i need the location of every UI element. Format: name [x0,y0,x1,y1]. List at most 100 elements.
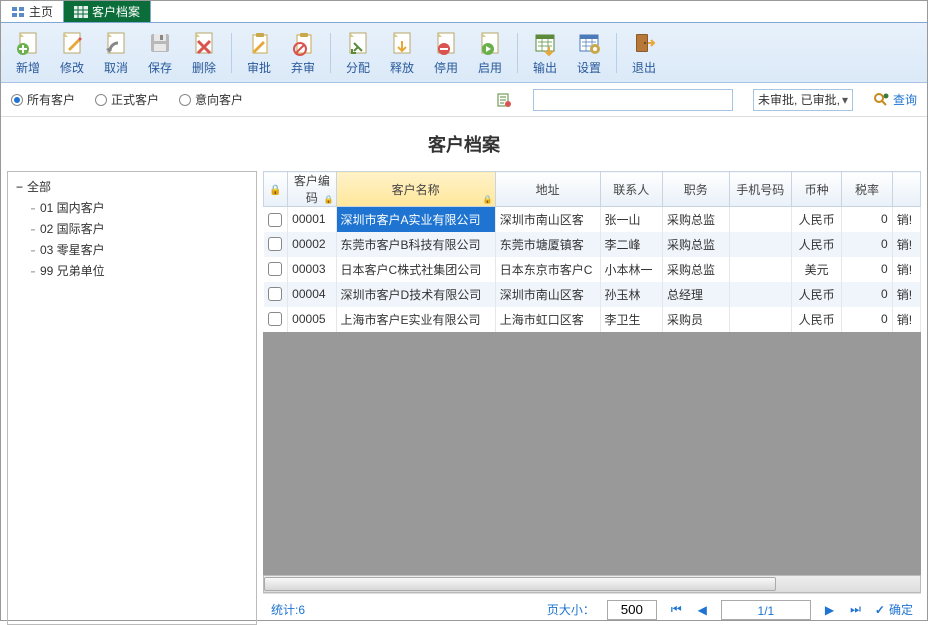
cell-tax: 0 [842,232,892,257]
cancel-button[interactable]: 取消 [95,27,137,78]
category-tree: 全部 01 国内客户 02 国际客户 03 零星客户99 兄弟单位 [7,171,257,625]
grid-col-3[interactable]: 地址 [495,172,600,207]
row-checkbox[interactable] [268,287,282,301]
exit-icon [630,29,658,57]
pager-page-display[interactable]: 1/1 [721,600,811,620]
disable-button[interactable]: 停用 [425,27,467,78]
pager-first[interactable]: ⏮ [669,602,684,617]
cell-contact: 李二峰 [600,232,662,257]
add-button[interactable]: 新增 [7,27,49,78]
cell-title: 总经理 [663,282,730,307]
delete-button[interactable]: 删除 [183,27,225,78]
edit-button[interactable]: 修改 [51,27,93,78]
tree-root-label: 全部 [27,178,51,195]
grid-col-7[interactable]: 币种 [791,172,841,207]
enable-button[interactable]: 启用 [469,27,511,78]
cell-addr: 东莞市塘厦镇客 [495,232,600,257]
table-row[interactable]: 00002东莞市客户B科技有限公司东莞市塘厦镇客李二峰采购总监人民币0销! [264,232,921,257]
toolbar-separator [330,33,331,73]
release-label: 释放 [390,59,414,76]
cell-currency: 人民币 [791,207,841,232]
grid-horizontal-scrollbar[interactable] [263,575,921,593]
tree-node-01[interactable]: 01 国内客户 [12,197,252,218]
scrollbar-thumb[interactable] [264,577,776,591]
disable-label: 停用 [434,59,458,76]
cell-tax: 0 [842,207,892,232]
grid-col-label: 联系人 [613,183,649,197]
settings-button[interactable]: 设置 [568,27,610,78]
cell-addr: 深圳市南山区客 [495,282,600,307]
row-checkbox[interactable] [268,237,282,251]
radio-dot-icon [95,94,107,106]
tree-node-label: 02 国际客户 [40,220,105,237]
tree-node-03[interactable]: 03 零星客户 [12,239,252,260]
unapprove-icon [289,29,317,57]
filter-toggle-icon[interactable] [495,91,513,109]
table-row[interactable]: 00005上海市客户E实业有限公司上海市虹口区客李卫生采购员人民币0销! [264,307,921,332]
export-button[interactable]: 输出 [524,27,566,78]
cell-phone [729,282,791,307]
page-size-input[interactable] [607,600,657,620]
toolbar-separator [616,33,617,73]
search-input[interactable] [533,89,733,111]
grid-pager: 统计:6 页大小： ⏮ ◀ 1/1 ▶ ⏭ ✓ 确定 [263,593,921,625]
tree-node-02[interactable]: 02 国际客户 [12,218,252,239]
cell-addr: 上海市虹口区客 [495,307,600,332]
main-content: 全部 01 国内客户 02 国际客户 03 零星客户99 兄弟单位 🔒客户编码🔒客户… [1,171,927,625]
grid-col-1[interactable]: 客户编码🔒 [288,172,336,207]
table-row[interactable]: 00004深圳市客户D技术有限公司深圳市南山区客孙玉林总经理人民币0销! [264,282,921,307]
approval-status-select[interactable]: 未审批, 已审批, ▾ [753,89,853,111]
home-tab-icon [11,6,25,18]
row-checkbox[interactable] [268,312,282,326]
cell-code: 00003 [288,257,336,282]
table-row[interactable]: 00003日本客户C株式社集团公司日本东京市客户C小本林一采购总监美元0销! [264,257,921,282]
cell-name: 上海市客户E实业有限公司 [336,307,495,332]
table-row[interactable]: 00001深圳市客户A实业有限公司深圳市南山区客张一山采购总监人民币0销! [264,207,921,232]
customer-scope-radios: 所有客户 正式客户 意向客户 [11,91,243,108]
exit-label: 退出 [632,59,656,76]
grid-col-2[interactable]: 客户名称🔒 [336,172,495,207]
cancel-icon [102,29,130,57]
radio-formal[interactable]: 正式客户 [95,91,159,108]
cell-title: 采购总监 [663,257,730,282]
grid-col-9[interactable] [892,172,920,207]
unapprove-button[interactable]: 弃审 [282,27,324,78]
delete-label: 删除 [192,59,216,76]
assign-button[interactable]: 分配 [337,27,379,78]
stats-label: 统计:6 [271,601,305,618]
check-icon: ✓ [875,603,885,617]
query-button[interactable]: 查询 [873,91,917,108]
cell-last: 销! [892,207,920,232]
row-checkbox[interactable] [268,213,282,227]
edit-label: 修改 [60,59,84,76]
grid-col-0[interactable]: 🔒 [264,172,288,207]
cell-phone [729,257,791,282]
cell-name: 东莞市客户B科技有限公司 [336,232,495,257]
toolbar-separator [231,33,232,73]
cell-title: 采购总监 [663,232,730,257]
pager-next[interactable]: ▶ [823,603,836,617]
grid-col-8[interactable]: 税率 [842,172,892,207]
pager-last[interactable]: ⏭ [848,602,863,617]
pager-confirm-button[interactable]: ✓ 确定 [875,601,913,618]
tree-root[interactable]: 全部 [12,176,252,197]
cell-code: 00001 [288,207,336,232]
radio-intent[interactable]: 意向客户 [179,91,243,108]
grid-col-6[interactable]: 手机号码 [729,172,791,207]
row-checkbox[interactable] [268,262,282,276]
approve-label: 审批 [247,59,271,76]
search-icon [873,92,889,108]
cell-title: 采购总监 [663,207,730,232]
tab-customer-archive[interactable]: 客户档案 [64,1,151,22]
exit-button[interactable]: 退出 [623,27,665,78]
pager-prev[interactable]: ◀ [696,603,709,617]
approve-button[interactable]: 审批 [238,27,280,78]
radio-all[interactable]: 所有客户 [11,91,75,108]
grid-col-5[interactable]: 职务 [663,172,730,207]
tab-home[interactable]: 主页 [1,1,64,22]
tree-node-99[interactable]: 99 兄弟单位 [12,260,252,281]
save-button[interactable]: 保存 [139,27,181,78]
customer-grid: 🔒客户编码🔒客户名称🔒地址联系人职务手机号码币种税率 00001深圳市客户A实业… [263,171,921,332]
release-button[interactable]: 释放 [381,27,423,78]
grid-col-4[interactable]: 联系人 [600,172,662,207]
